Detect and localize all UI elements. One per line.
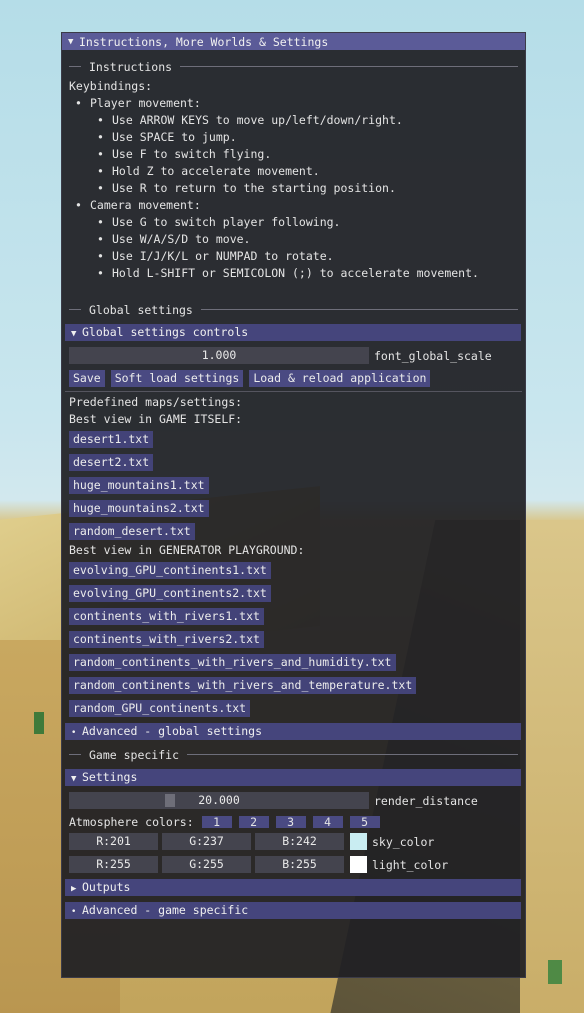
predefined-maps-label: Predefined maps/settings: <box>69 395 243 409</box>
map-button-random-gpu-continents[interactable]: random_GPU_continents.txt <box>69 700 251 717</box>
slider-grab[interactable] <box>165 794 175 807</box>
sky-color-swatch[interactable] <box>350 833 367 850</box>
light-color-b-input[interactable]: B:255 <box>255 856 344 873</box>
list-item: • Use ARROW KEYS to move up/left/down/rig… <box>97 113 403 127</box>
bullet-icon: • <box>97 130 104 144</box>
render-distance-row: 20.000 render_distance <box>69 792 518 809</box>
map-button-random-continents-temperature[interactable]: random_continents_with_rivers_and_temper… <box>69 677 417 694</box>
bullet-icon: • <box>75 198 82 212</box>
light-color-r-input[interactable]: R:255 <box>69 856 158 873</box>
list-item: • Hold Z to accelerate movement. <box>97 164 320 178</box>
map-button-desert1[interactable]: desert1.txt <box>69 431 154 448</box>
instructions-heading: Instructions <box>89 59 173 74</box>
sky-color-r-input[interactable]: R:201 <box>69 833 158 850</box>
map-button-continents-with-rivers2[interactable]: continents_with_rivers2.txt <box>69 631 264 648</box>
map-button-continents-with-rivers1[interactable]: continents_with_rivers1.txt <box>69 608 264 625</box>
sky-color-b-input[interactable]: B:242 <box>255 833 344 850</box>
light-color-g-input[interactable]: G:255 <box>162 856 251 873</box>
settings-buttons-row: Save Soft load settings Load & reload ap… <box>69 370 518 387</box>
list-item: • Use R to return to the starting positio… <box>97 181 396 195</box>
map-button-huge-mountains2[interactable]: huge_mountains2.txt <box>69 500 209 517</box>
map-button-evolving-gpu-continents2[interactable]: evolving_GPU_continents2.txt <box>69 585 271 602</box>
list-item: • Use G to switch player following. <box>97 215 341 229</box>
render-distance-slider[interactable]: 20.000 <box>69 792 369 809</box>
bullet-icon: • <box>97 266 104 280</box>
advanced-game-specific-header[interactable]: • Advanced - game specific <box>65 902 521 919</box>
instructions-separator: Instructions <box>69 58 518 75</box>
atmosphere-colors-label: Atmosphere colors: <box>69 814 194 829</box>
map-button-random-desert[interactable]: random_desert.txt <box>69 523 195 540</box>
settings-window[interactable]: ▼ Instructions, More Worlds & Settings I… <box>62 33 525 977</box>
cactus <box>34 712 44 734</box>
collapsed-triangle-icon: ▶ <box>71 884 77 894</box>
bullet-icon: • <box>97 113 104 127</box>
light-color-label: light_color <box>372 857 449 872</box>
game-specific-separator: Game specific <box>69 746 518 763</box>
map-button-desert2[interactable]: desert2.txt <box>69 454 154 471</box>
bullet-icon: • <box>97 232 104 246</box>
atmosphere-preset-2-button[interactable]: 2 <box>238 815 269 828</box>
sky-color-label: sky_color <box>372 834 435 849</box>
list-item: • Use W/A/S/D to move. <box>97 232 251 246</box>
light-color-row: R:255 G:255 B:255 light_color <box>69 856 518 873</box>
game-specific-heading: Game specific <box>89 747 180 762</box>
outputs-header[interactable]: ▶ Outputs <box>65 879 521 896</box>
list-item: • Use I/J/K/L or NUMPAD to rotate. <box>97 249 334 263</box>
generator-view-label: Best view in GENERATOR PLAYGROUND: <box>69 543 305 557</box>
atmosphere-row: Atmosphere colors: 12345 <box>69 813 518 830</box>
atmosphere-preset-4-button[interactable]: 4 <box>312 815 343 828</box>
bullet-icon: • <box>97 215 104 229</box>
bullet-icon: • <box>97 147 104 161</box>
global-settings-separator: Global settings <box>69 301 518 318</box>
atmosphere-preset-5-button[interactable]: 5 <box>349 815 380 828</box>
render-distance-value: 20.000 <box>198 793 240 807</box>
list-item: • Use SPACE to jump. <box>97 130 237 144</box>
bullet-icon: • <box>75 96 82 110</box>
expand-triangle-icon: ▼ <box>71 329 77 339</box>
atmosphere-preset-3-button[interactable]: 3 <box>275 815 306 828</box>
atmosphere-preset-1-button[interactable]: 1 <box>201 815 232 828</box>
window-title: Instructions, More Worlds & Settings <box>79 34 329 49</box>
game-view-label: Best view in GAME ITSELF: <box>69 412 243 426</box>
map-button-random-continents-humidity[interactable]: random_continents_with_rivers_and_humidi… <box>69 654 396 671</box>
load-reload-application-button[interactable]: Load & reload application <box>249 370 431 387</box>
expand-triangle-icon: ▼ <box>71 774 77 784</box>
list-item: • Hold L-SHIFT or SEMICOLON (;) to accele… <box>97 266 479 280</box>
dune <box>520 520 584 1013</box>
sky-color-g-input[interactable]: G:237 <box>162 833 251 850</box>
sky-color-row: R:201 G:237 B:242 sky_color <box>69 833 518 850</box>
list-item: • Use F to switch flying. <box>97 147 272 161</box>
font-scale-label: font_global_scale <box>374 348 492 363</box>
global-settings-controls-header[interactable]: ▼ Global settings controls <box>65 324 521 341</box>
soft-load-settings-button[interactable]: Soft load settings <box>110 370 244 387</box>
collapse-triangle-icon[interactable]: ▼ <box>68 37 79 47</box>
bullet-icon: • <box>97 164 104 178</box>
map-button-huge-mountains1[interactable]: huge_mountains1.txt <box>69 477 209 494</box>
font-scale-drag-input[interactable]: 1.000 <box>69 347 369 364</box>
light-color-swatch[interactable] <box>350 856 367 873</box>
divider <box>65 391 522 392</box>
settings-header[interactable]: ▼ Settings <box>65 769 521 786</box>
camera-movement-item: • Camera movement: <box>75 198 201 212</box>
keybindings-label: Keybindings: <box>69 79 153 93</box>
map-button-evolving-gpu-continents1[interactable]: evolving_GPU_continents1.txt <box>69 562 271 579</box>
render-distance-label: render_distance <box>374 793 478 808</box>
player-movement-item: • Player movement: <box>75 96 201 110</box>
bullet-icon: • <box>71 907 77 917</box>
bullet-icon: • <box>97 181 104 195</box>
bullet-icon: • <box>97 249 104 263</box>
cactus <box>548 960 562 984</box>
advanced-global-settings-header[interactable]: • Advanced - global settings <box>65 723 521 740</box>
font-scale-row: 1.000 font_global_scale <box>69 347 518 364</box>
window-title-bar[interactable]: ▼ Instructions, More Worlds & Settings <box>62 33 525 50</box>
save-button[interactable]: Save <box>69 370 105 387</box>
global-settings-heading: Global settings <box>89 302 193 317</box>
bullet-icon: • <box>71 728 77 738</box>
